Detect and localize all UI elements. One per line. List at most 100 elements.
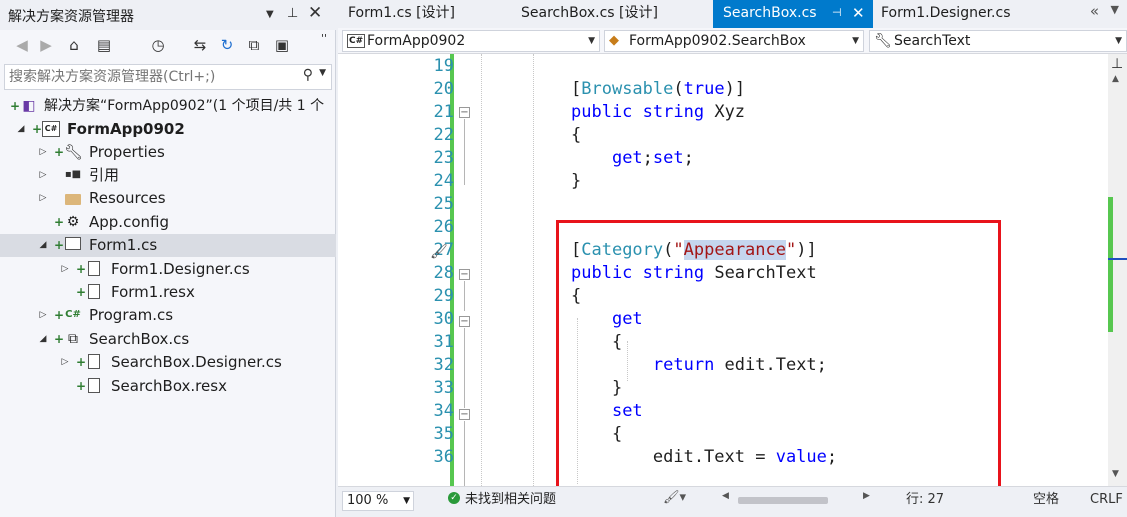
tree-item-resources[interactable]: ▷ Resources bbox=[0, 187, 336, 210]
pending-add-icon: + bbox=[76, 262, 87, 276]
forward-icon[interactable]: ▶ bbox=[36, 36, 56, 54]
code-line[interactable]: [Browsable(true)] bbox=[571, 78, 745, 101]
tab-label: Form1.Designer.cs bbox=[881, 5, 1011, 21]
indent-guide bbox=[481, 54, 482, 486]
chevron-down-icon[interactable]: ▼ bbox=[403, 492, 410, 510]
code-line[interactable]: } bbox=[571, 170, 581, 193]
tab-searchbox-cs[interactable]: SearchBox.cs ⊣ ✕ bbox=[713, 0, 873, 28]
expand-arrow-icon[interactable]: ◢ bbox=[38, 328, 48, 351]
line-number: 36 bbox=[433, 447, 454, 467]
document-tabs: Form1.cs [设计] SearchBox.cs [设计] SearchBo… bbox=[338, 0, 1127, 28]
close-icon[interactable]: ✕ bbox=[308, 4, 322, 22]
show-all-files-icon[interactable]: ▣ bbox=[272, 36, 292, 54]
pending-add-icon: + bbox=[76, 355, 87, 369]
solution-search-input[interactable] bbox=[9, 67, 289, 87]
collapse-toggle-icon[interactable]: − bbox=[459, 269, 470, 280]
tree-item-searchbox-cs[interactable]: ◢ + ⧉ SearchBox.cs bbox=[0, 328, 336, 351]
tree-item-solution[interactable]: + ◧ 解决方案“FormApp0902”(1 个项目/共 1 个 bbox=[0, 95, 336, 118]
tree-item-label: SearchBox.Designer.cs bbox=[111, 353, 282, 371]
tree-item-form1-cs[interactable]: ◢ + Form1.cs bbox=[0, 234, 336, 257]
navigation-bar: C# FormApp0902 ▼ ◆ FormApp0902.SearchBox… bbox=[338, 28, 1127, 54]
project-dropdown[interactable]: C# FormApp0902 ▼ bbox=[342, 30, 600, 52]
expand-arrow-icon[interactable]: ▷ bbox=[38, 304, 48, 327]
tree-item-app-config[interactable]: + ⚙ App.config bbox=[0, 211, 336, 234]
vertical-scrollbar[interactable]: ⊥ ▲ ▼ bbox=[1108, 54, 1127, 486]
collapse-all-icon[interactable]: ⧉ bbox=[244, 36, 264, 54]
search-options-dropdown-icon[interactable]: ▼ bbox=[319, 68, 326, 78]
line-number: 31 bbox=[433, 332, 454, 352]
history-icon[interactable]: ◷ bbox=[148, 36, 168, 54]
expand-arrow-icon[interactable]: ▷ bbox=[60, 258, 70, 281]
collapse-toggle-icon[interactable]: − bbox=[459, 409, 470, 420]
scroll-right-icon[interactable]: ▶ bbox=[863, 491, 870, 501]
search-icon[interactable]: ⚲ bbox=[303, 67, 313, 83]
tree-item-references[interactable]: ▷ ▪■ 引用 bbox=[0, 164, 336, 187]
expand-arrow-icon[interactable]: ◢ bbox=[38, 234, 48, 257]
horizontal-scrollbar-thumb[interactable] bbox=[738, 497, 828, 504]
tab-searchbox-design[interactable]: SearchBox.cs [设计] bbox=[511, 0, 711, 28]
collapse-toggle-icon[interactable]: − bbox=[459, 107, 470, 118]
sync-icon[interactable]: ⇆ bbox=[190, 36, 210, 54]
tree-item-program-cs[interactable]: ▷ + C# Program.cs bbox=[0, 304, 336, 327]
pending-add-icon: + bbox=[54, 145, 65, 159]
scroll-down-icon[interactable]: ▼ bbox=[1112, 469, 1119, 479]
wrench-icon: 🔧︎ bbox=[874, 33, 892, 49]
file-icon bbox=[88, 354, 100, 369]
member-dropdown[interactable]: 🔧︎ SearchText ▼ bbox=[869, 30, 1127, 52]
tree-item-project[interactable]: ◢ + C# FormApp0902 bbox=[0, 118, 336, 141]
tab-label: SearchBox.cs bbox=[723, 5, 817, 21]
split-window-icon[interactable]: ⊥ bbox=[1111, 56, 1123, 72]
pin-icon[interactable]: ⊣ bbox=[832, 0, 842, 26]
more-icon[interactable]: '' bbox=[314, 32, 334, 45]
tab-form1-designer-cs[interactable]: Form1.Designer.cs bbox=[871, 0, 1071, 28]
code-line[interactable]: { bbox=[571, 124, 581, 147]
tree-item-form1-resx[interactable]: + Form1.resx bbox=[0, 281, 336, 304]
scroll-left-icon[interactable]: ◀ bbox=[722, 491, 729, 501]
config-file-icon: ⚙ bbox=[66, 214, 80, 230]
pin-icon[interactable]: ⊥ bbox=[287, 5, 298, 23]
check-icon: ✓ bbox=[448, 492, 460, 504]
tab-list-dropdown-icon[interactable]: ▼ bbox=[1111, 3, 1119, 16]
issues-status[interactable]: 未找到相关问题 bbox=[465, 491, 556, 509]
line-ending[interactable]: CRLF bbox=[1090, 491, 1123, 509]
paintbrush-icon[interactable]: 🖌︎ bbox=[430, 244, 448, 260]
solution-search-box[interactable]: ⚲ ▼ bbox=[4, 64, 332, 90]
expand-arrow-icon[interactable]: ▷ bbox=[38, 187, 48, 210]
collapse-toggle-icon[interactable]: − bbox=[459, 316, 470, 327]
whitespace-mode[interactable]: 空格 bbox=[1033, 491, 1059, 509]
expand-arrow-icon[interactable]: ▷ bbox=[60, 351, 70, 374]
solution-explorer-toolbar: ◀ ▶ ⌂ ▤ ◷ ⇆ ↻ ⧉ ▣ '' bbox=[0, 30, 336, 62]
expand-arrow-icon[interactable]: ▷ bbox=[38, 141, 48, 164]
tree-item-properties[interactable]: ▷ + 🔧︎ Properties bbox=[0, 141, 336, 164]
code-line[interactable]: get;set; bbox=[571, 147, 694, 170]
line-number: 32 bbox=[433, 355, 454, 375]
tree-item-form1-designer[interactable]: ▷ + Form1.Designer.cs bbox=[0, 258, 336, 281]
chevron-down-icon[interactable]: ▼ bbox=[1115, 31, 1122, 51]
chevron-down-icon[interactable]: ▼ bbox=[852, 31, 859, 51]
line-number: 23 bbox=[433, 148, 454, 168]
tab-form1-design[interactable]: Form1.cs [设计] bbox=[338, 0, 508, 28]
tree-item-searchbox-designer[interactable]: ▷ + SearchBox.Designer.cs bbox=[0, 351, 336, 374]
chevron-down-icon[interactable]: ▼ bbox=[588, 31, 595, 51]
code-line[interactable]: public string Xyz bbox=[571, 101, 745, 124]
pending-add-icon: + bbox=[54, 215, 65, 229]
code-text-area[interactable]: 19 20 [Browsable(true)] 21 public string Xyz… bbox=[338, 54, 1108, 486]
expand-arrow-icon[interactable]: ▷ bbox=[38, 164, 48, 187]
close-tab-icon[interactable]: ✕ bbox=[852, 0, 865, 26]
home-icon[interactable]: ⌂ bbox=[64, 36, 84, 54]
expand-arrow-icon[interactable]: ◢ bbox=[16, 118, 26, 141]
chevron-double-left-icon[interactable]: « bbox=[1090, 2, 1099, 20]
refresh-icon[interactable]: ↻ bbox=[217, 36, 237, 54]
class-dropdown[interactable]: ◆ FormApp0902.SearchBox ▼ bbox=[604, 30, 864, 52]
code-cleanup-icon[interactable]: 🖌︎▾ bbox=[663, 490, 686, 505]
line-number: 20 bbox=[433, 79, 454, 99]
scroll-up-icon[interactable]: ▲ bbox=[1112, 74, 1119, 84]
caret-position-marker bbox=[1108, 258, 1127, 260]
dropdown-icon[interactable]: ▼ bbox=[266, 6, 274, 24]
tree-item-label: Properties bbox=[89, 143, 165, 161]
zoom-dropdown[interactable]: 100 % ▼ bbox=[342, 491, 414, 511]
pending-add-icon: + bbox=[76, 285, 87, 299]
tree-item-searchbox-resx[interactable]: + SearchBox.resx bbox=[0, 375, 336, 398]
switch-view-icon[interactable]: ▤ bbox=[94, 36, 114, 54]
back-icon[interactable]: ◀ bbox=[12, 36, 32, 54]
